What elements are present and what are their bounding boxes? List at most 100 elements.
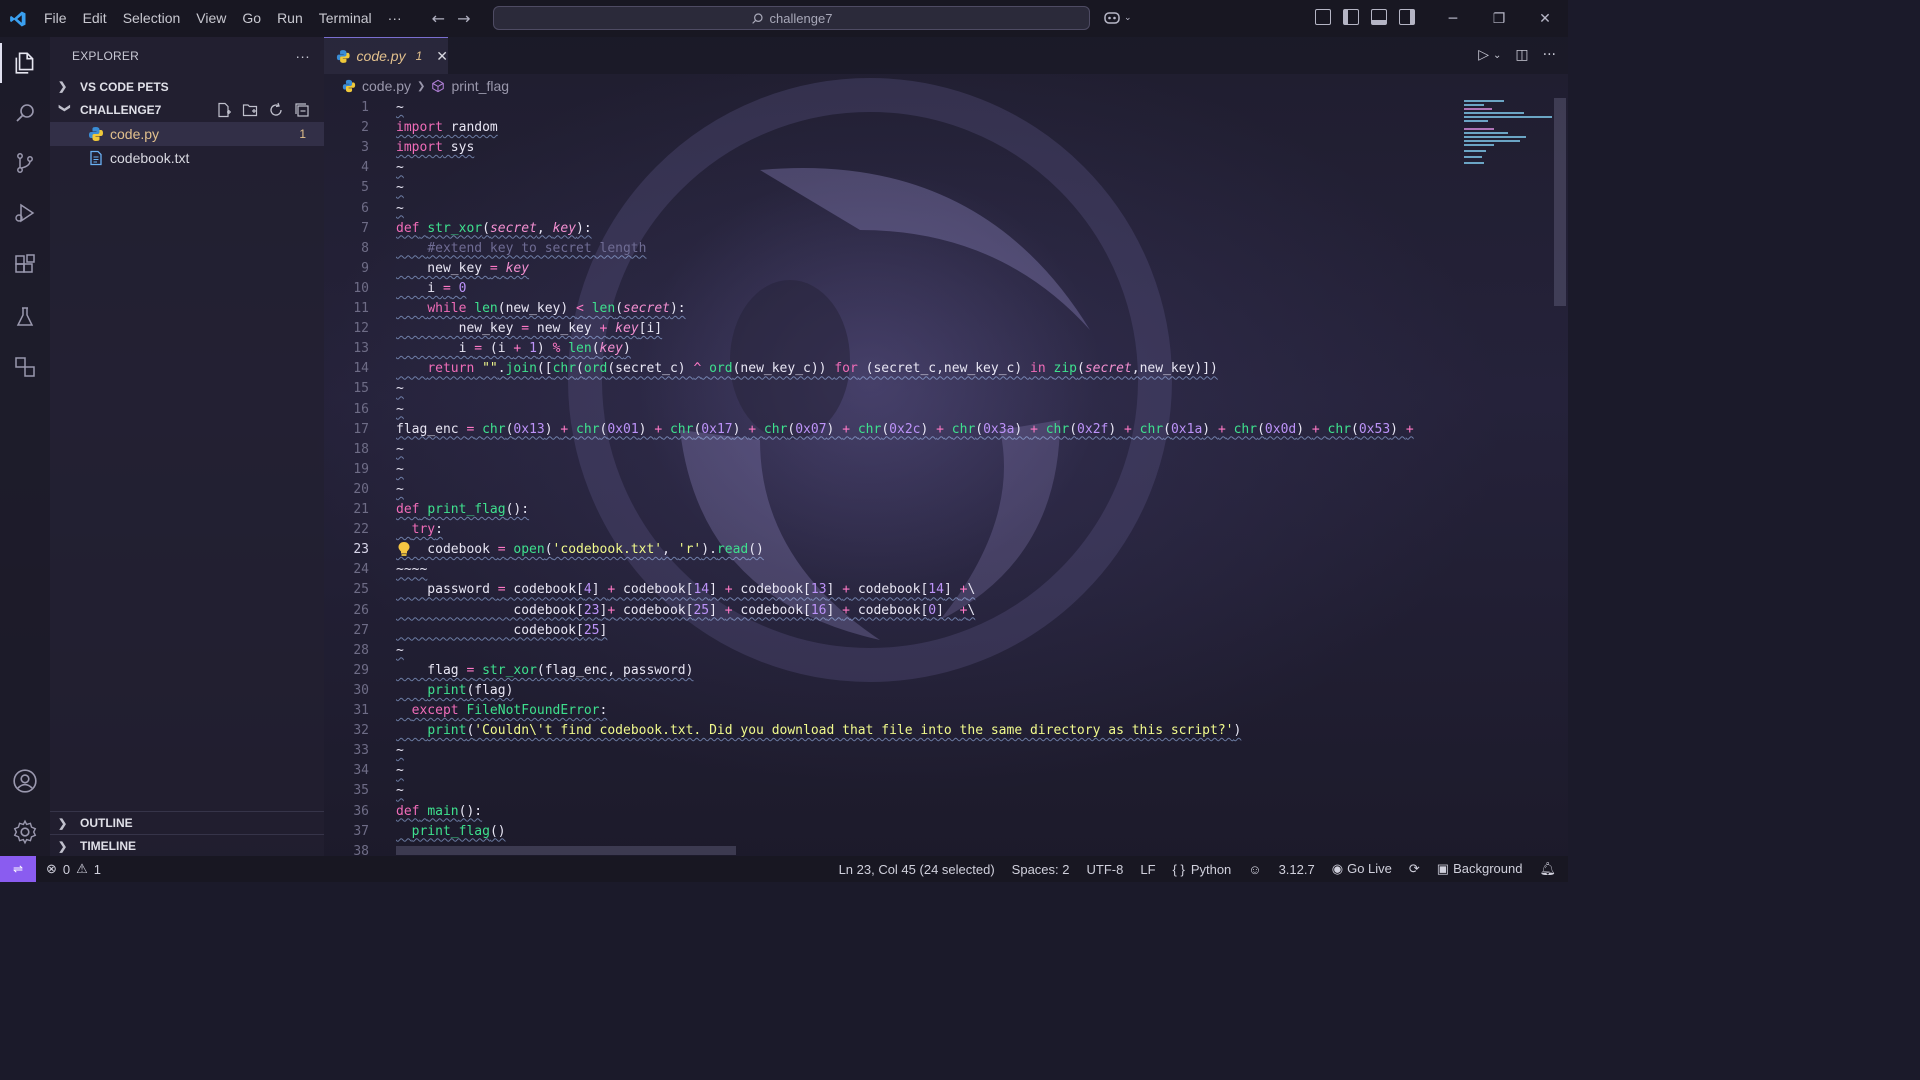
language-mode[interactable]: { } Python <box>1173 862 1232 877</box>
restore-icon[interactable]: ❐ <box>1476 0 1522 37</box>
chevron-down-icon[interactable]: ⌄ <box>1493 50 1501 61</box>
toggle-panel-icon[interactable] <box>1371 9 1387 25</box>
line-number: 19 <box>353 461 369 477</box>
image-icon: ▣ <box>1436 861 1450 876</box>
back-arrow-icon[interactable]: ← <box>432 9 445 28</box>
end-of-line[interactable]: LF <box>1140 862 1155 877</box>
chevron-right-icon: ❯ <box>58 81 68 93</box>
code-line: ~ <box>396 480 404 500</box>
section-project-folder[interactable]: ❯ CHALLENGE7 <box>50 98 324 122</box>
extensions-icon[interactable] <box>0 241 50 289</box>
search-icon[interactable] <box>0 89 50 137</box>
settings-gear-icon[interactable] <box>0 808 50 856</box>
line-number: 9 <box>361 260 369 276</box>
indentation[interactable]: Spaces: 2 <box>1012 862 1070 877</box>
new-folder-icon[interactable] <box>242 102 258 118</box>
menu-more[interactable]: ··· <box>380 0 410 37</box>
section-vs-code-pets[interactable]: ❯ VS CODE PETS <box>50 75 324 98</box>
problems-indicator[interactable]: ⊗ 0 ⚠ 1 <box>46 861 101 877</box>
section-timeline[interactable]: ❯ TIMELINE <box>50 834 324 857</box>
code-token: + <box>607 602 616 618</box>
source-control-icon[interactable] <box>0 139 50 187</box>
minimap[interactable] <box>1460 98 1556 168</box>
menu-view[interactable]: View <box>188 0 234 37</box>
encoding[interactable]: UTF-8 <box>1087 862 1124 877</box>
explorer-icon[interactable] <box>0 39 50 87</box>
code-token: ] <box>936 602 960 618</box>
file-item-code-py[interactable]: code.py 1 <box>50 122 324 146</box>
code-token: (flag) <box>466 682 514 698</box>
tab-code-py[interactable]: code.py 1 ✕ <box>324 37 448 74</box>
menu-go[interactable]: Go <box>234 0 269 37</box>
new-file-icon[interactable] <box>216 102 232 118</box>
close-tab-icon[interactable]: ✕ <box>436 48 448 65</box>
code-token: + <box>842 602 850 618</box>
code-token: secret <box>1084 361 1132 377</box>
code-token: \ <box>967 582 976 598</box>
python-version[interactable]: 3.12.7 <box>1279 862 1315 877</box>
toggle-primary-sidebar-icon[interactable] <box>1343 9 1359 25</box>
code-line: ~ <box>396 158 404 178</box>
remote-explorer-icon[interactable] <box>0 343 50 391</box>
minimize-icon[interactable]: ─ <box>1430 0 1476 37</box>
notifications-bell-icon[interactable]: 🔔︎ <box>1539 861 1556 877</box>
go-live-button[interactable]: ◉ Go Live <box>1332 861 1392 877</box>
breadcrumb-symbol[interactable]: print_flag <box>451 78 509 94</box>
run-and-debug-icon[interactable] <box>0 189 50 237</box>
code-token: ,new_key)]) <box>1131 361 1218 377</box>
customize-layout-icon[interactable] <box>1315 9 1331 25</box>
menu-terminal[interactable]: Terminal <box>311 0 380 37</box>
menu-run[interactable]: Run <box>269 0 311 37</box>
run-file-icon[interactable]: ▷ <box>1478 47 1489 63</box>
accounts-icon[interactable] <box>0 757 50 805</box>
breadcrumb-file[interactable]: code.py <box>362 78 411 94</box>
cursor-position[interactable]: Ln 23, Col 45 (24 selected) <box>839 862 995 877</box>
horizontal-scrollbar[interactable] <box>396 846 736 855</box>
copilot-status-icon[interactable]: ☺ <box>1248 862 1261 877</box>
remote-indicator-icon[interactable]: ⇌ <box>0 856 36 882</box>
menu-file[interactable]: File <box>36 0 75 37</box>
file-item-codebook-txt[interactable]: codebook.txt <box>50 146 324 170</box>
collapse-all-icon[interactable] <box>294 102 310 118</box>
vertical-scrollbar[interactable] <box>1554 98 1566 306</box>
lightbulb-icon[interactable] <box>397 541 411 561</box>
background-button[interactable]: ▣ Background <box>1437 861 1523 877</box>
navigation-arrows: ← → <box>432 9 471 28</box>
menu-edit[interactable]: Edit <box>75 0 115 37</box>
copilot-button[interactable]: ⌄ <box>1103 9 1132 27</box>
code-token: ) <box>638 421 655 437</box>
code-line: print(flag) <box>396 681 513 701</box>
code-token: : <box>435 522 443 538</box>
warning-count: 1 <box>93 861 102 877</box>
sync-icon[interactable]: ⟳ <box>1409 861 1420 877</box>
code-token: ] <box>943 582 960 598</box>
code-token: + <box>607 582 616 598</box>
code-token: 0x13 <box>513 421 545 437</box>
code-line: import random <box>396 118 498 138</box>
toggle-secondary-sidebar-icon[interactable] <box>1399 9 1415 25</box>
code-token: < <box>576 301 584 316</box>
editor-tab-bar: code.py 1 ✕ ▷ ⌄ ◫ ··· <box>324 37 1568 74</box>
file-name: code.py <box>110 126 160 142</box>
close-icon[interactable]: ✕ <box>1522 0 1568 37</box>
more-actions-button[interactable]: ··· <box>295 48 310 64</box>
command-center-search[interactable]: challenge7 <box>493 6 1090 30</box>
code-editor[interactable]: ~ import random import sys ~ ~ ~ def str_xor(s… <box>396 98 1456 856</box>
code-token: ) <box>1296 421 1312 437</box>
menu-selection[interactable]: Selection <box>115 0 189 37</box>
testing-icon[interactable] <box>0 293 50 341</box>
code-line: ~ <box>396 440 404 460</box>
code-token: print <box>427 682 467 698</box>
code-token: "" <box>482 361 498 377</box>
more-actions-icon[interactable]: ··· <box>1543 47 1556 63</box>
refresh-icon[interactable] <box>268 102 284 118</box>
split-editor-icon[interactable]: ◫ <box>1515 47 1528 63</box>
code-line: ~ <box>396 379 404 399</box>
line-number: 31 <box>353 703 369 718</box>
section-outline[interactable]: ❯ OUTLINE <box>50 811 324 834</box>
forward-arrow-icon[interactable]: → <box>457 9 470 28</box>
line-number: 26 <box>353 602 369 618</box>
